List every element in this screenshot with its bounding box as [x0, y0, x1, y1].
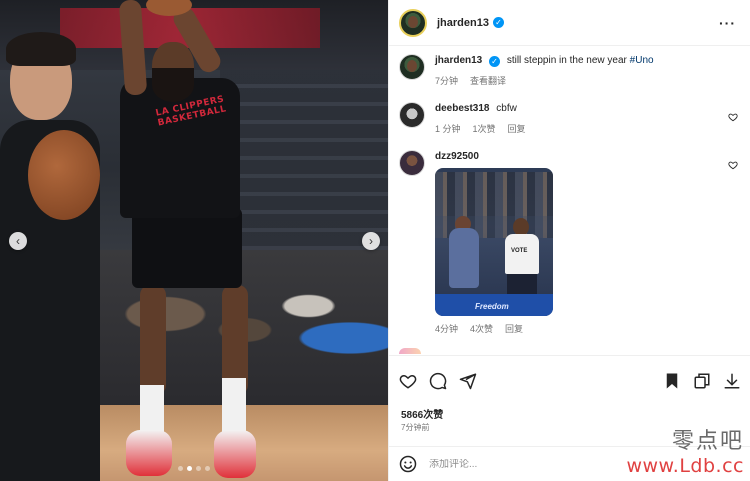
comment-likes[interactable]: 4次赞	[470, 322, 493, 336]
post-header: jharden13 ✓ ···	[389, 0, 750, 46]
caption-hashtag[interactable]: #Uno	[630, 55, 654, 66]
download-icon[interactable]	[723, 372, 741, 390]
carousel-next-button[interactable]: ›	[362, 232, 380, 250]
comment-image[interactable]: VOTE Freedom	[435, 168, 553, 316]
author-username[interactable]: jharden13	[437, 17, 489, 29]
send-icon[interactable]	[459, 372, 477, 390]
comment-image-court-text: Freedom	[475, 302, 509, 311]
caption-time: 7分钟	[435, 76, 459, 86]
instagram-post-modal: LA CLIPPERS BASKETBALL ‹ › jharden13 ✓ ·…	[0, 0, 750, 481]
carousel-dot	[196, 466, 201, 471]
comment-likes[interactable]: 1次赞	[473, 122, 496, 136]
comment-item: dzz92500 VOTE Freedom 4分钟 4次赞 回复	[399, 150, 740, 336]
post-photo[interactable]: LA CLIPPERS BASKETBALL ‹ ›	[0, 0, 388, 481]
emoji-icon[interactable]	[399, 455, 417, 473]
verified-badge-icon: ✓	[489, 56, 501, 67]
comment-image-shirt-text: VOTE	[511, 248, 528, 254]
carousel-dots	[0, 466, 388, 471]
caption-username[interactable]: jharden13	[435, 55, 482, 66]
next-comment-avatar-peek	[399, 348, 421, 354]
post-action-bar	[389, 355, 750, 405]
author-avatar[interactable]	[399, 8, 427, 37]
comments-list[interactable]: jharden13 ✓ still steppin in the new yea…	[389, 46, 750, 351]
post-timestamp: 7分钟前	[401, 423, 430, 432]
verified-badge-icon: ✓	[492, 17, 504, 28]
bookmark-icon[interactable]	[663, 372, 681, 390]
carousel-dot	[205, 466, 210, 471]
carousel-dot	[178, 466, 183, 471]
caption-text: still steppin in the new year	[506, 55, 627, 66]
commenter-avatar[interactable]	[399, 102, 425, 128]
comment-username[interactable]: dzz92500	[435, 151, 479, 162]
carousel-dot	[187, 466, 192, 471]
heart-icon[interactable]	[399, 372, 417, 390]
caption-avatar[interactable]	[399, 54, 425, 80]
commenter-avatar[interactable]	[399, 150, 425, 176]
more-options-icon[interactable]: ···	[719, 15, 736, 31]
comment-time: 4分钟	[435, 324, 459, 334]
post-caption: jharden13 ✓ still steppin in the new yea…	[399, 54, 740, 88]
comment-input[interactable]	[429, 458, 629, 470]
comment-text: cbfw	[496, 103, 517, 114]
comment-item: deebest318 cbfw 1 分钟 1次赞 回复	[399, 102, 740, 136]
post-side-panel: jharden13 ✓ ··· jharden13 ✓ still steppi…	[388, 0, 750, 481]
carousel-prev-button[interactable]: ‹	[9, 232, 27, 250]
comment-like-heart-icon[interactable]	[728, 112, 738, 122]
likes-count[interactable]: 5866次赞	[401, 406, 443, 421]
comment-icon[interactable]	[429, 372, 447, 390]
reply-button[interactable]: 回复	[505, 322, 523, 336]
comment-like-heart-icon[interactable]	[728, 160, 738, 170]
comment-time: 1 分钟	[435, 124, 461, 134]
comment-username[interactable]: deebest318	[435, 103, 489, 114]
see-translation-link[interactable]: 查看翻译	[470, 74, 506, 88]
reply-button[interactable]: 回复	[508, 122, 526, 136]
shooting-player: LA CLIPPERS BASKETBALL	[110, 0, 270, 481]
add-comment-bar	[389, 446, 750, 481]
foreground-player	[0, 20, 105, 481]
repost-icon[interactable]	[693, 372, 711, 390]
